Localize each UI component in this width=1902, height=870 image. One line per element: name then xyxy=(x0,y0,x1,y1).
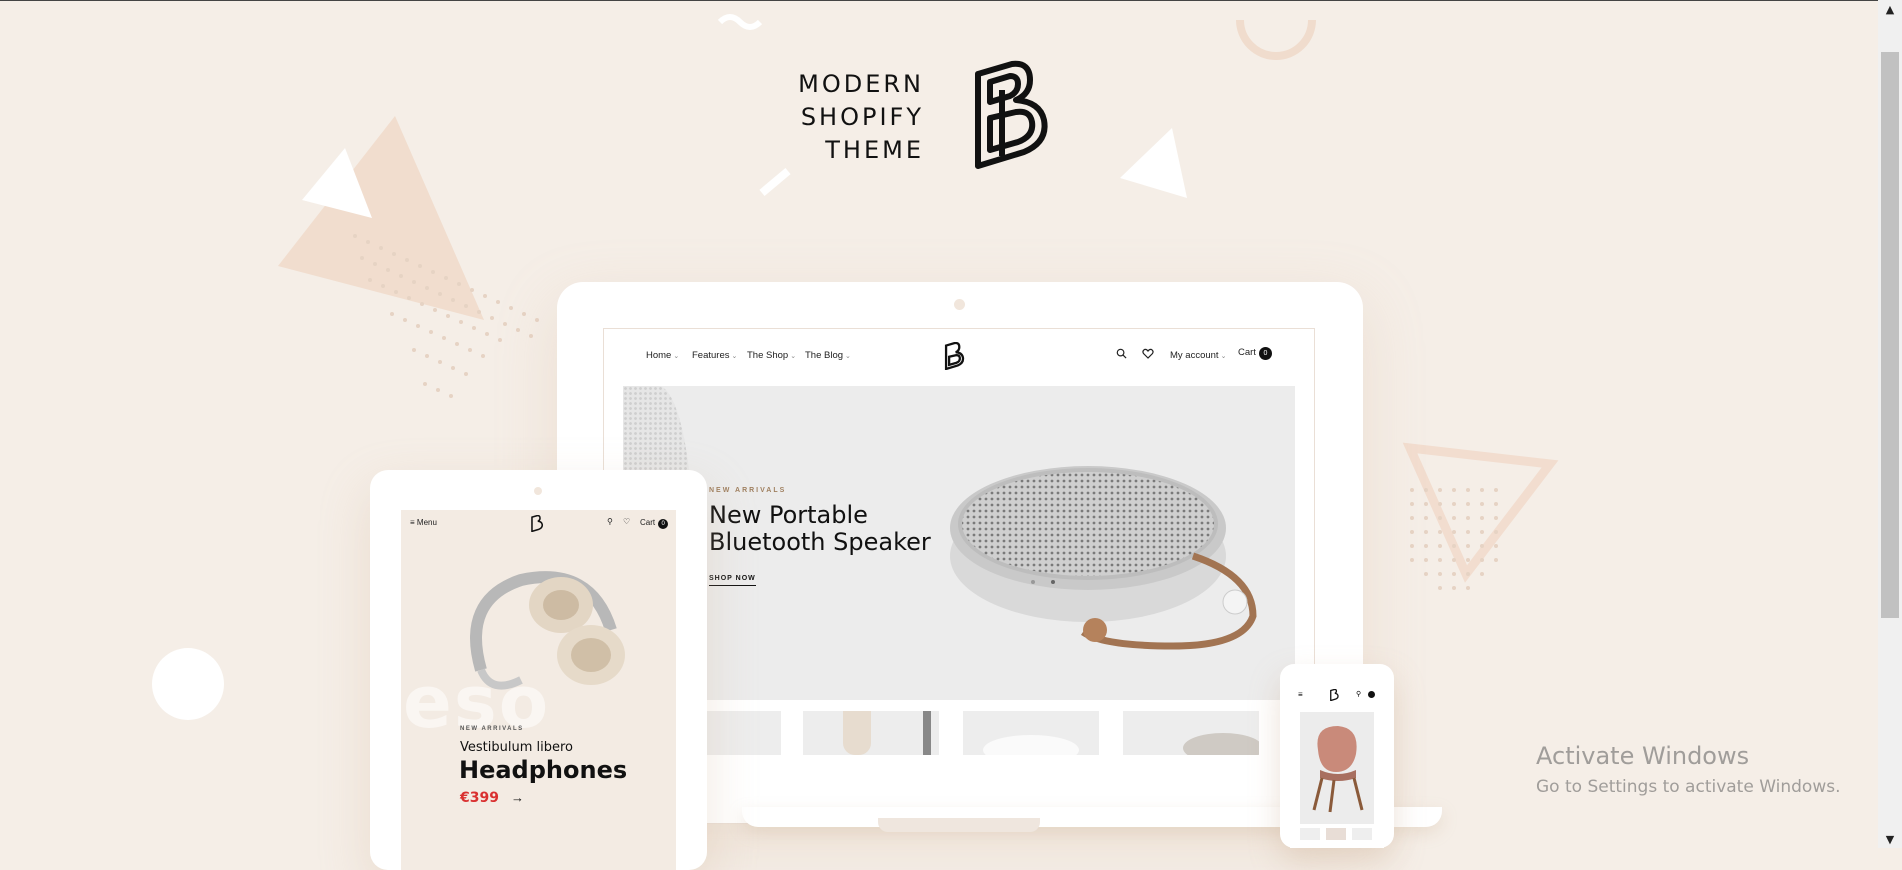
nav-the-shop-label: The Shop xyxy=(747,350,789,361)
my-account-label: My account xyxy=(1170,350,1219,361)
search-icon[interactable]: ⚲ xyxy=(607,517,613,526)
phone-logo-icon[interactable] xyxy=(1330,689,1340,701)
scrollbar-thumb[interactable] xyxy=(1881,52,1899,618)
nav-my-account[interactable]: My account ⌄ xyxy=(1170,350,1226,361)
b-monogram-logo-icon xyxy=(975,60,1048,169)
phone-thumbnails xyxy=(1300,826,1374,842)
product-thumb[interactable] xyxy=(1352,828,1372,840)
nav-cart[interactable]: Cart 0 xyxy=(1238,347,1272,360)
nav-features-label: Features xyxy=(692,350,730,361)
phone-navbar: ≡ ⚲ xyxy=(1290,684,1384,704)
heart-icon[interactable]: ♡ xyxy=(623,517,630,526)
tablet-menu-button[interactable]: ≡ Menu xyxy=(410,518,437,527)
nav-home-label: Home xyxy=(646,350,672,361)
nav-features[interactable]: Features ⌄ xyxy=(692,350,737,361)
tablet-menu-label: Menu xyxy=(416,518,437,527)
tablet-screen: ≡ Menu ⚲ ♡ Cart 0 eso NEW ARRIVALS Vestib… xyxy=(401,510,676,870)
wishlist-heart-icon[interactable] xyxy=(1142,348,1156,360)
nav-home[interactable]: Home ⌄ xyxy=(646,350,679,361)
tablet-site-logo-icon[interactable] xyxy=(531,515,545,532)
tablet-price: €399 xyxy=(460,790,499,806)
scroll-down-arrow-icon[interactable]: ▼ xyxy=(1878,830,1902,848)
product-card[interactable] xyxy=(1300,712,1374,824)
scroll-up-arrow-icon[interactable]: ▲ xyxy=(1878,0,1902,18)
chevron-down-icon: ⌄ xyxy=(790,353,797,360)
hero-kicker: NEW ARRIVALS xyxy=(709,487,787,494)
site-navbar: Home ⌄ Features ⌄ The Shop ⌄ The Blog ⌄ My a… xyxy=(604,329,1314,384)
brand-line-2: SHOPIFY xyxy=(800,103,924,131)
tablet-title: Headphones xyxy=(459,756,628,784)
tablet-camera xyxy=(534,487,542,495)
hero-title: New Portable Bluetooth Speaker xyxy=(709,502,939,556)
tablet-cart-label: Cart xyxy=(640,518,656,527)
bluetooth-speaker-image xyxy=(950,466,1257,650)
vertical-scrollbar[interactable]: ▲ ▼ xyxy=(1878,0,1902,848)
nav-the-blog[interactable]: The Blog ⌄ xyxy=(805,350,851,361)
hamburger-icon: ≡ xyxy=(410,518,415,527)
product-thumb[interactable] xyxy=(803,711,939,755)
laptop-notch xyxy=(878,818,1040,832)
product-thumb[interactable] xyxy=(1123,711,1259,755)
nav-the-blog-label: The Blog xyxy=(805,350,844,361)
chair-image xyxy=(1312,726,1364,813)
phone-mockup: ≡ ⚲ xyxy=(1280,664,1394,848)
hero-title-line-1: New Portable xyxy=(709,501,868,529)
cart-label: Cart xyxy=(1238,347,1256,358)
brand-tagline: MODERN SHOPIFY THEME xyxy=(796,68,924,167)
tablet-navbar: ≡ Menu ⚲ ♡ Cart 0 xyxy=(401,510,676,538)
product-thumbnails xyxy=(623,711,1295,755)
product-thumb[interactable] xyxy=(1326,828,1346,840)
laptop-camera xyxy=(954,299,965,310)
tablet-mockup: ≡ Menu ⚲ ♡ Cart 0 eso NEW ARRIVALS Vestib… xyxy=(370,470,707,870)
phone-screen: ≡ ⚲ xyxy=(1290,684,1384,848)
chevron-down-icon: ⌄ xyxy=(731,353,738,360)
laptop-screen: Home ⌄ Features ⌄ The Shop ⌄ The Blog ⌄ My a… xyxy=(603,328,1315,824)
arrow-right-icon[interactable]: → xyxy=(511,790,524,805)
brand-line-1: MODERN xyxy=(798,70,924,98)
cart-badge-icon[interactable] xyxy=(1368,691,1375,698)
activate-windows-title: Activate Windows xyxy=(1536,742,1750,770)
cart-count-badge: 0 xyxy=(1258,347,1272,360)
shop-now-link[interactable]: SHOP NOW xyxy=(709,575,756,586)
hamburger-icon[interactable]: ≡ xyxy=(1298,690,1303,699)
chevron-down-icon: ⌄ xyxy=(845,353,851,360)
headphones-image xyxy=(470,571,625,690)
brand-line-3: THEME xyxy=(825,136,924,164)
tablet-cart[interactable]: Cart 0 xyxy=(640,518,669,529)
product-thumb[interactable] xyxy=(963,711,1099,755)
tablet-cart-count: 0 xyxy=(658,519,669,529)
chevron-down-icon: ⌄ xyxy=(1220,353,1227,360)
site-logo-icon[interactable] xyxy=(944,342,968,370)
tablet-subtitle: Vestibulum libero xyxy=(460,740,573,755)
hero-banner: NEW ARRIVALS New Portable Bluetooth Spea… xyxy=(623,386,1295,700)
nav-the-shop[interactable]: The Shop ⌄ xyxy=(747,350,796,361)
search-icon[interactable]: ⚲ xyxy=(1356,690,1361,698)
search-icon[interactable] xyxy=(1116,348,1127,359)
hero-title-line-2: Bluetooth Speaker xyxy=(709,528,931,556)
product-thumb[interactable] xyxy=(1300,828,1320,840)
chevron-down-icon: ⌄ xyxy=(673,353,680,360)
activate-windows-subtitle: Go to Settings to activate Windows. xyxy=(1536,777,1841,797)
tablet-kicker: NEW ARRIVALS xyxy=(460,726,524,732)
